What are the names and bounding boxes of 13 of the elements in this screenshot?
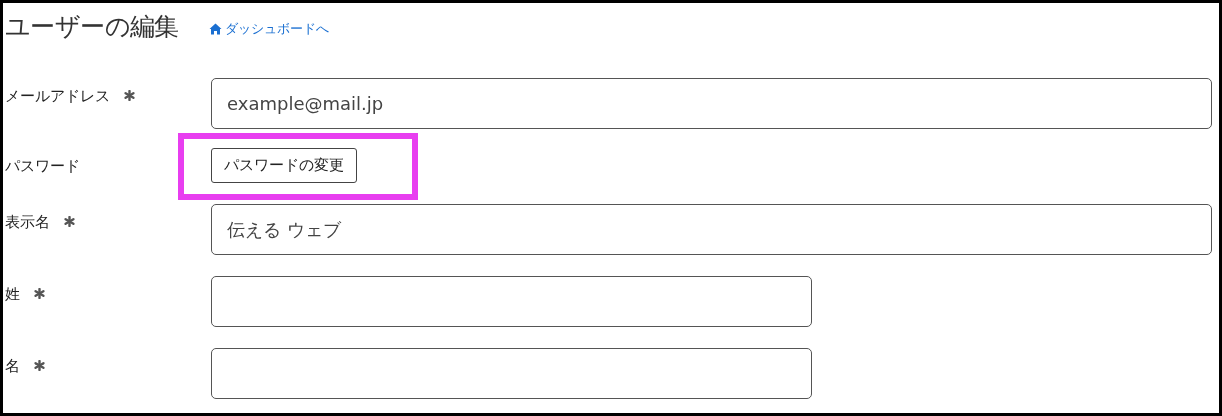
page-title: ユーザーの編集 [5, 13, 179, 39]
field-label: メールアドレス [5, 86, 110, 107]
text-field[interactable] [211, 348, 812, 399]
field-label: 表示名 [5, 212, 50, 233]
text-field[interactable] [211, 276, 812, 327]
change-password-button[interactable]: パスワードの変更 [211, 148, 357, 183]
text-field[interactable]: 伝える ウェブ [211, 204, 1212, 255]
field-label: 名 [5, 356, 20, 377]
text-field[interactable]: example@mail.jp [211, 78, 1212, 129]
field-label: 姓 [5, 284, 20, 305]
dashboard-link[interactable]: ダッシュボードへ [208, 19, 329, 39]
home-icon [208, 23, 222, 35]
field-label: パスワード [5, 156, 80, 177]
